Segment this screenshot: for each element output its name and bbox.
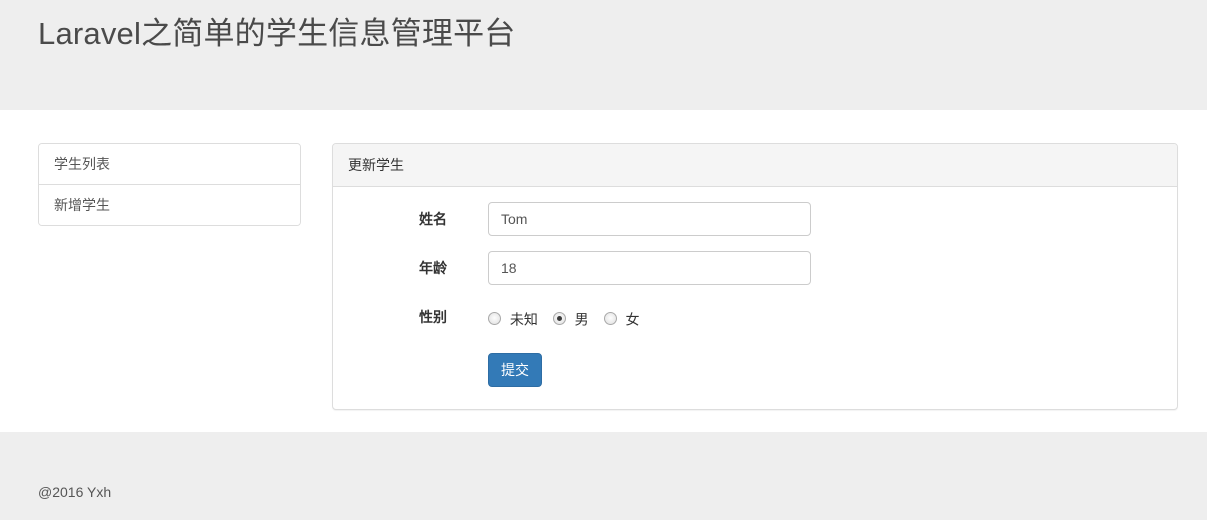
page-header: Laravel之简单的学生信息管理平台 (0, 0, 1207, 110)
sidebar-item-label: 学生列表 (54, 156, 110, 172)
sidebar-item-label: 新增学生 (54, 197, 110, 213)
main-content: 学生列表 新增学生 更新学生 姓名 年龄 (0, 110, 1207, 432)
gender-option-label: 男 (575, 311, 589, 327)
footer-copyright: @2016 Yxh (38, 482, 111, 502)
gender-field-wrap: 未知 男 女 (488, 300, 811, 329)
radio-unchecked-icon[interactable] (488, 312, 501, 325)
gender-option-label: 女 (625, 311, 639, 327)
age-field-wrap (488, 251, 811, 285)
gender-option-label: 未知 (510, 311, 538, 327)
name-field-wrap (488, 202, 811, 236)
name-input[interactable] (488, 202, 811, 236)
page-footer: @2016 Yxh (0, 432, 1207, 520)
gender-option-female[interactable]: 女 (604, 308, 640, 329)
gender-option-unknown[interactable]: 未知 (488, 308, 538, 329)
form-group-submit: 提交 (348, 349, 1162, 387)
age-label: 年龄 (348, 251, 462, 278)
sidebar-item-add-student[interactable]: 新增学生 (39, 185, 300, 225)
update-student-panel: 更新学生 姓名 年龄 (332, 143, 1178, 410)
radio-unchecked-icon[interactable] (604, 312, 617, 325)
form-group-age: 年龄 (348, 251, 1162, 285)
panel-body: 姓名 年龄 性别 (333, 187, 1177, 409)
submit-button[interactable]: 提交 (488, 353, 542, 387)
age-input[interactable] (488, 251, 811, 285)
form-group-name: 姓名 (348, 202, 1162, 236)
sidebar-nav: 学生列表 新增学生 (38, 143, 301, 226)
gender-radio-group: 未知 男 女 (488, 300, 811, 329)
gender-label: 性别 (348, 300, 462, 327)
page-title: Laravel之简单的学生信息管理平台 (38, 12, 515, 56)
panel-heading: 更新学生 (333, 144, 1177, 187)
panel-heading-label: 更新学生 (348, 157, 404, 173)
form-group-gender: 性别 未知 男 (348, 300, 1162, 334)
submit-wrap: 提交 (488, 349, 811, 387)
update-student-form: 姓名 年龄 性别 (348, 202, 1162, 387)
gender-option-male[interactable]: 男 (553, 308, 589, 329)
name-label: 姓名 (348, 202, 462, 229)
radio-checked-icon[interactable] (553, 312, 566, 325)
sidebar-item-student-list[interactable]: 学生列表 (39, 144, 300, 185)
